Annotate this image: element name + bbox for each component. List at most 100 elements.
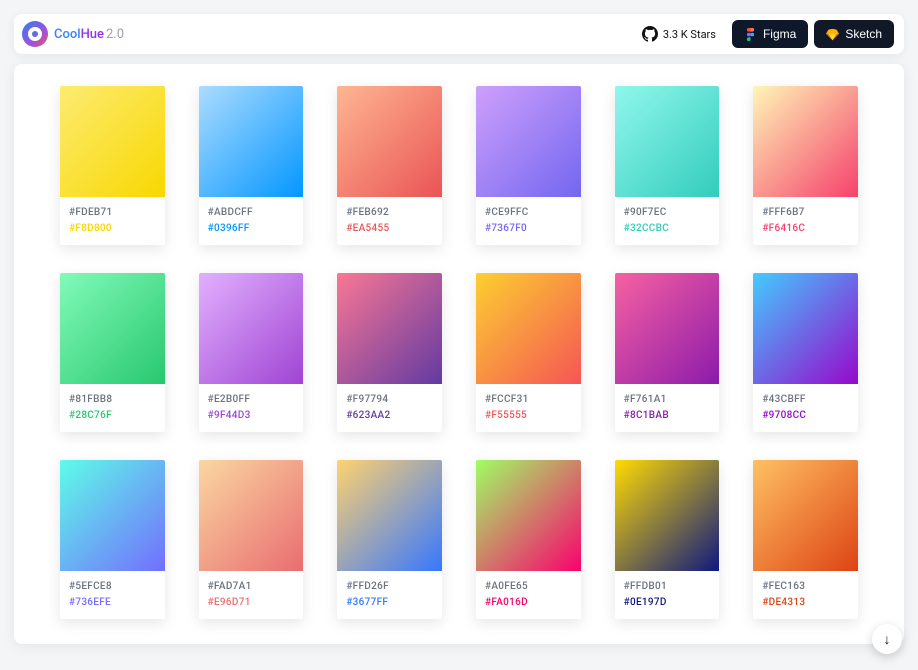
brand-name: CoolHue2.0	[54, 27, 124, 42]
hex-from: #E2B0FF	[208, 392, 295, 408]
gradient-swatch	[476, 273, 581, 384]
hex-from: #FFD26F	[346, 579, 433, 595]
hex-from: #FCCF31	[485, 392, 572, 408]
brand-text-b: Hue	[81, 27, 104, 42]
hex-from: #5EFCE8	[69, 579, 156, 595]
hex-codes: #FCCF31#F55555	[476, 384, 581, 432]
hex-to: #FA016D	[485, 595, 572, 611]
sketch-label: Sketch	[845, 27, 882, 41]
gradient-swatch	[615, 86, 720, 197]
gradient-swatch	[753, 460, 858, 571]
gradient-card[interactable]: #90F7EC#32CCBC	[615, 86, 720, 245]
hex-from: #FDEB71	[69, 205, 156, 221]
gradient-swatch	[60, 273, 165, 384]
hex-to: #9F44D3	[208, 408, 295, 424]
gradient-swatch	[753, 273, 858, 384]
gradient-grid: #FDEB71#F8D800 #ABDCFF#0396FF #FEB692#EA54…	[60, 86, 858, 619]
gradient-card[interactable]: #A0FE65#FA016D	[476, 460, 581, 619]
hex-to: #F8D800	[69, 221, 156, 237]
arrow-down-icon: ↓	[884, 631, 891, 648]
hex-codes: #90F7EC#32CCBC	[615, 197, 720, 245]
gradient-swatch	[753, 86, 858, 197]
hex-codes: #E2B0FF#9F44D3	[199, 384, 304, 432]
hex-codes: #F761A1#8C1BAB	[615, 384, 720, 432]
gradient-card[interactable]: #CE9FFC#7367F0	[476, 86, 581, 245]
hex-from: #F761A1	[624, 392, 711, 408]
scroll-down-fab[interactable]: ↓	[872, 624, 902, 654]
hex-codes: #FAD7A1#E96D71	[199, 571, 304, 619]
main-panel: #FDEB71#F8D800 #ABDCFF#0396FF #FEB692#EA54…	[14, 64, 904, 644]
hex-to: #9708CC	[762, 408, 849, 424]
gradient-card[interactable]: #FFF6B7#F6416C	[753, 86, 858, 245]
gradient-swatch	[337, 273, 442, 384]
hex-from: #F97794	[346, 392, 433, 408]
hex-from: #FAD7A1	[208, 579, 295, 595]
hex-codes: #CE9FFC#7367F0	[476, 197, 581, 245]
hex-to: #0E197D	[624, 595, 711, 611]
hex-codes: #FFD26F#3677FF	[337, 571, 442, 619]
gradient-card[interactable]: #FFD26F#3677FF	[337, 460, 442, 619]
gradient-card[interactable]: #81FBB8#28C76F	[60, 273, 165, 432]
gradient-card[interactable]: #F761A1#8C1BAB	[615, 273, 720, 432]
gradient-card[interactable]: #F97794#623AA2	[337, 273, 442, 432]
hex-from: #FFF6B7	[762, 205, 849, 221]
hex-to: #8C1BAB	[624, 408, 711, 424]
hex-to: #28C76F	[69, 408, 156, 424]
hex-to: #736EFE	[69, 595, 156, 611]
gradient-swatch	[199, 86, 304, 197]
brand-logo[interactable]: CoolHue2.0	[22, 21, 124, 47]
hex-to: #E96D71	[208, 595, 295, 611]
gradient-swatch	[615, 273, 720, 384]
hex-from: #FEC163	[762, 579, 849, 595]
github-stars[interactable]: 3.3 K Stars	[642, 26, 716, 42]
gradient-card[interactable]: #43CBFF#9708CC	[753, 273, 858, 432]
header-bar: CoolHue2.0 3.3 K Stars Figma Sketch	[14, 14, 904, 54]
hex-codes: #43CBFF#9708CC	[753, 384, 858, 432]
gradient-swatch	[337, 460, 442, 571]
gradient-card[interactable]: #FDEB71#F8D800	[60, 86, 165, 245]
figma-button[interactable]: Figma	[732, 20, 808, 48]
github-icon	[642, 26, 658, 42]
brand-version: 2.0	[106, 27, 124, 42]
gradient-swatch	[199, 460, 304, 571]
gradient-card[interactable]: #5EFCE8#736EFE	[60, 460, 165, 619]
hex-to: #32CCBC	[624, 221, 711, 237]
gradient-card[interactable]: #E2B0FF#9F44D3	[199, 273, 304, 432]
hex-to: #623AA2	[346, 408, 433, 424]
gradient-card[interactable]: #FEB692#EA5455	[337, 86, 442, 245]
hex-codes: #ABDCFF#0396FF	[199, 197, 304, 245]
gradient-card[interactable]: #FFDB01#0E197D	[615, 460, 720, 619]
hex-from: #90F7EC	[624, 205, 711, 221]
hex-to: #DE4313	[762, 595, 849, 611]
hex-codes: #FEB692#EA5455	[337, 197, 442, 245]
hex-from: #ABDCFF	[208, 205, 295, 221]
hex-from: #A0FE65	[485, 579, 572, 595]
hex-codes: #F97794#623AA2	[337, 384, 442, 432]
hex-from: #81FBB8	[69, 392, 156, 408]
hex-from: #CE9FFC	[485, 205, 572, 221]
sketch-button[interactable]: Sketch	[814, 20, 894, 48]
hex-to: #F6416C	[762, 221, 849, 237]
stars-count: 3.3 K Stars	[663, 28, 716, 41]
hex-codes: #81FBB8#28C76F	[60, 384, 165, 432]
logo-icon	[22, 21, 48, 47]
gradient-card[interactable]: #FCCF31#F55555	[476, 273, 581, 432]
hex-codes: #FFF6B7#F6416C	[753, 197, 858, 245]
gradient-card[interactable]: #ABDCFF#0396FF	[199, 86, 304, 245]
hex-codes: #FFDB01#0E197D	[615, 571, 720, 619]
hex-codes: #5EFCE8#736EFE	[60, 571, 165, 619]
figma-label: Figma	[763, 27, 796, 41]
gradient-swatch	[60, 86, 165, 197]
figma-icon	[744, 28, 757, 41]
hex-from: #FEB692	[346, 205, 433, 221]
gradient-swatch	[615, 460, 720, 571]
hex-codes: #FDEB71#F8D800	[60, 197, 165, 245]
hex-to: #0396FF	[208, 221, 295, 237]
gradient-swatch	[476, 460, 581, 571]
hex-from: #43CBFF	[762, 392, 849, 408]
gradient-swatch	[60, 460, 165, 571]
gradient-card[interactable]: #FAD7A1#E96D71	[199, 460, 304, 619]
brand-text-a: Cool	[54, 27, 81, 42]
gradient-card[interactable]: #FEC163#DE4313	[753, 460, 858, 619]
hex-to: #7367F0	[485, 221, 572, 237]
